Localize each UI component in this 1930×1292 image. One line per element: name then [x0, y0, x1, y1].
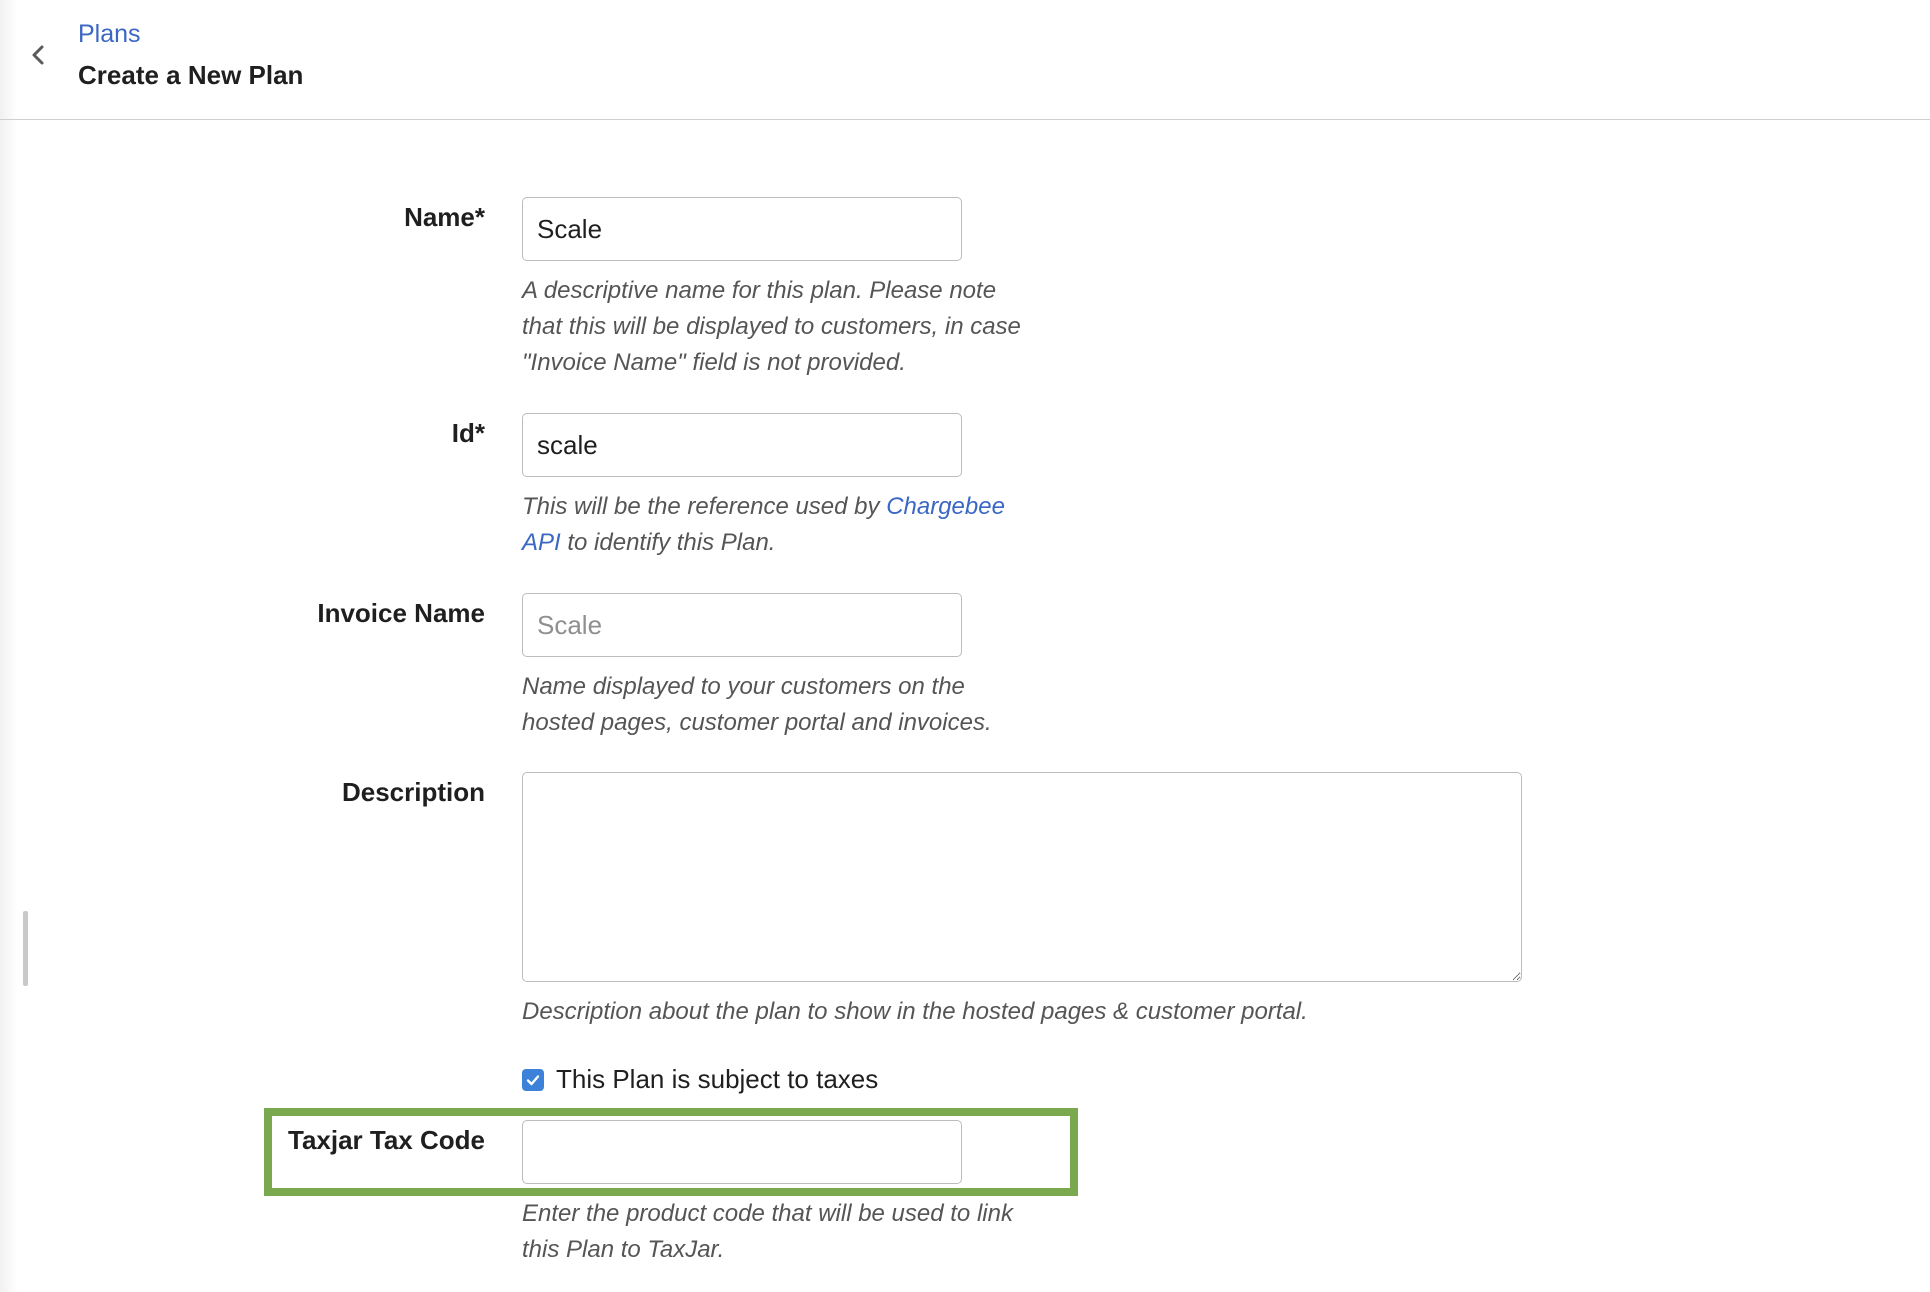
- name-help-line: A descriptive name for this plan. Please…: [522, 277, 997, 304]
- id-help-text: This will be the reference used by: [522, 493, 887, 520]
- back-button[interactable]: [24, 40, 54, 70]
- description-textarea[interactable]: [522, 772, 1522, 982]
- taxjar-help-line: this Plan to TaxJar.: [522, 1236, 725, 1263]
- taxjar-tax-code-label: Taxjar Tax Code: [288, 1125, 485, 1155]
- taxable-checkbox-label: This Plan is subject to taxes: [556, 1064, 879, 1094]
- id-help: This will be the reference used by Charg…: [522, 489, 1005, 561]
- chargebee-api-link[interactable]: API: [522, 529, 561, 556]
- id-label: Id*: [451, 418, 485, 448]
- name-help-line: that this will be displayed to customers…: [522, 313, 1021, 340]
- id-help-text: to identify this Plan.: [560, 529, 776, 556]
- check-icon: [526, 1074, 540, 1085]
- name-label: Name*: [404, 202, 485, 232]
- left-panel-shade: [0, 0, 18, 1292]
- invoice-name-input[interactable]: [522, 593, 962, 657]
- chevron-left-icon: [32, 45, 44, 65]
- taxjar-help: Enter the product code that will be used…: [522, 1196, 1013, 1268]
- name-help-line: "Invoice Name" field is not provided.: [522, 349, 906, 376]
- taxable-checkbox-row[interactable]: This Plan is subject to taxes: [522, 1064, 878, 1095]
- invoice-name-label: Invoice Name: [317, 598, 485, 628]
- invoice-name-help: Name displayed to your customers on the …: [522, 669, 992, 741]
- chargebee-api-link[interactable]: Chargebee: [886, 493, 1005, 520]
- name-help: A descriptive name for this plan. Please…: [522, 273, 1021, 381]
- panel-resize-handle[interactable]: [23, 911, 28, 986]
- id-input[interactable]: [522, 413, 962, 477]
- page-title: Create a New Plan: [78, 60, 304, 90]
- taxable-checkbox[interactable]: [522, 1068, 544, 1091]
- breadcrumb-plans[interactable]: Plans: [78, 20, 141, 49]
- invoice-name-help-line: hosted pages, customer portal and invoic…: [522, 709, 992, 736]
- invoice-name-help-line: Name displayed to your customers on the: [522, 673, 965, 700]
- taxjar-help-line: Enter the product code that will be used…: [522, 1200, 1013, 1227]
- name-input[interactable]: [522, 197, 962, 261]
- description-help: Description about the plan to show in th…: [522, 998, 1308, 1025]
- taxjar-tax-code-input[interactable]: [522, 1120, 962, 1184]
- page-header: Plans Create a New Plan: [0, 0, 1930, 120]
- description-label: Description: [341, 777, 485, 807]
